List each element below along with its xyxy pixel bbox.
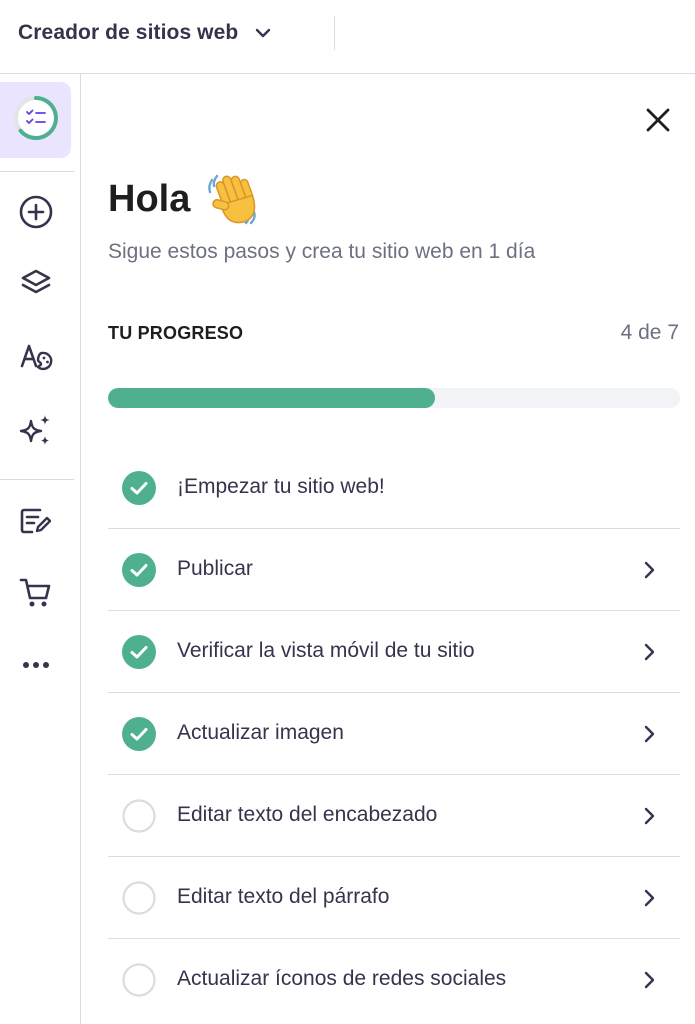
layers-icon bbox=[18, 266, 54, 307]
task-item[interactable]: Verificar la vista móvil de tu sitio bbox=[108, 611, 680, 693]
empty-circle-icon bbox=[122, 881, 156, 915]
check-circle-icon bbox=[122, 471, 156, 505]
sidebar-divider bbox=[0, 171, 74, 172]
waving-hand-icon bbox=[204, 170, 262, 228]
task-label: Publicar bbox=[177, 557, 253, 580]
edit-text-icon bbox=[18, 503, 54, 544]
sidebar-item-blog[interactable] bbox=[0, 485, 71, 561]
check-circle-icon bbox=[122, 635, 156, 669]
progress-label: TU PROGRESO bbox=[108, 323, 244, 343]
sparkles-icon bbox=[18, 412, 54, 453]
app-switcher[interactable]: Creador de sitios web bbox=[18, 18, 274, 48]
empty-circle-icon bbox=[122, 799, 156, 833]
more-horizontal-icon bbox=[18, 647, 54, 688]
plus-circle-icon bbox=[18, 194, 54, 235]
checklist-progress-icon bbox=[12, 94, 60, 147]
onboarding-panel: Hola Sigue estos pasos y crea tu sitio w… bbox=[82, 74, 695, 1024]
sidebar-item-add[interactable] bbox=[0, 176, 71, 252]
task-item[interactable]: Actualizar íconos de redes sociales bbox=[108, 939, 680, 1021]
task-label: Editar texto del encabezado bbox=[177, 803, 438, 826]
greeting: Hola bbox=[108, 170, 262, 228]
subtitle: Sigue estos pasos y crea tu sitio web en… bbox=[108, 240, 536, 263]
chevron-right-icon bbox=[638, 887, 660, 909]
close-button[interactable] bbox=[640, 104, 676, 140]
sidebar-divider bbox=[0, 479, 74, 480]
page-title: Hola bbox=[108, 177, 191, 220]
chevron-right-icon bbox=[638, 969, 660, 991]
chevron-down-icon bbox=[252, 22, 274, 44]
close-icon bbox=[645, 107, 671, 138]
task-label: Editar texto del párrafo bbox=[177, 885, 390, 908]
check-circle-icon bbox=[122, 553, 156, 587]
task-item[interactable]: Editar texto del párrafo bbox=[108, 857, 680, 939]
top-divider bbox=[334, 16, 335, 50]
task-label: Actualizar íconos de redes sociales bbox=[177, 967, 507, 990]
empty-circle-icon bbox=[122, 963, 156, 997]
progress-count: 4 de 7 bbox=[620, 321, 679, 344]
sidebar-item-store[interactable] bbox=[0, 557, 71, 633]
sidebar-item-more[interactable] bbox=[0, 629, 71, 705]
task-item[interactable]: Publicar bbox=[108, 529, 680, 611]
sidebar-item-layers[interactable] bbox=[0, 248, 71, 324]
task-item[interactable]: ¡Empezar tu sitio web! bbox=[108, 447, 680, 529]
typography-palette-icon bbox=[18, 338, 54, 379]
task-item[interactable]: Editar texto del encabezado bbox=[108, 775, 680, 857]
sidebar-item-styles[interactable] bbox=[0, 320, 71, 396]
chevron-right-icon bbox=[638, 559, 660, 581]
task-label: ¡Empezar tu sitio web! bbox=[177, 475, 385, 498]
sidebar-item-checklist[interactable] bbox=[0, 82, 71, 158]
chevron-right-icon bbox=[638, 723, 660, 745]
task-list: ¡Empezar tu sitio web! Publicar Verificar … bbox=[108, 447, 680, 1021]
check-circle-icon bbox=[122, 717, 156, 751]
chevron-right-icon bbox=[638, 805, 660, 827]
top-bar: Creador de sitios web bbox=[0, 0, 695, 74]
progress-bar bbox=[108, 388, 680, 408]
sidebar-item-ai-tools[interactable] bbox=[0, 394, 71, 470]
task-item[interactable]: Actualizar imagen bbox=[108, 693, 680, 775]
progress-bar-fill bbox=[108, 388, 435, 408]
left-sidebar bbox=[0, 74, 81, 1024]
shopping-cart-icon bbox=[18, 575, 54, 616]
task-label: Verificar la vista móvil de tu sitio bbox=[177, 639, 475, 662]
app-title: Creador de sitios web bbox=[18, 21, 239, 44]
task-label: Actualizar imagen bbox=[177, 721, 344, 744]
chevron-right-icon bbox=[638, 641, 660, 663]
